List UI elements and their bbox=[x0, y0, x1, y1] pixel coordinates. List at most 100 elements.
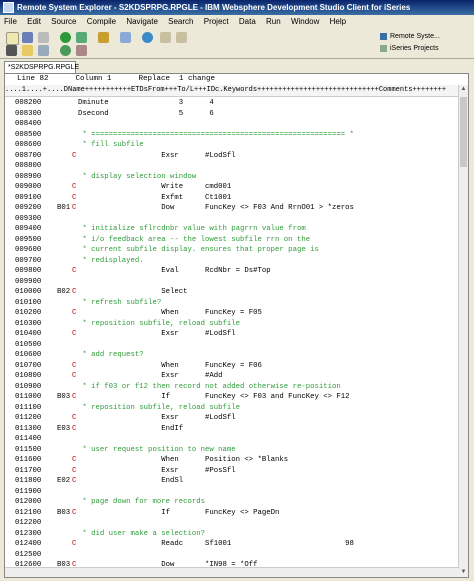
save-icon[interactable] bbox=[22, 32, 33, 43]
source-line[interactable]: 009000 C Write cmd001 bbox=[5, 182, 461, 193]
globe-icon[interactable] bbox=[142, 32, 153, 43]
folder-icon[interactable] bbox=[22, 45, 33, 56]
source-line[interactable]: 009400 * initialize sflrcdnbr value with… bbox=[5, 224, 461, 235]
source-line[interactable]: 010400 C Exsr #LodSfl bbox=[5, 329, 461, 340]
sequence-number: 010000 bbox=[15, 288, 42, 296]
source-lines: 008200 Dminute 3 4 008300 Dsecond 5 6 008400… bbox=[5, 98, 461, 577]
vertical-scrollbar[interactable]: ▲ ▼ bbox=[458, 85, 468, 577]
source-line[interactable]: 011200 C Exsr #LodSfl bbox=[5, 413, 461, 424]
source-line[interactable]: 008600 * fill subfile bbox=[5, 140, 461, 151]
editor-tab[interactable]: *S2KDSPRPG.RPGLE bbox=[4, 61, 79, 73]
sequence-number: 009700 bbox=[15, 256, 42, 265]
spec-type: C bbox=[72, 193, 77, 202]
source-line[interactable]: 011600 C When Position <> *Blanks bbox=[5, 455, 461, 466]
source-line[interactable]: 012500 bbox=[5, 550, 461, 561]
source-line[interactable]: 009700 * redisplayed. bbox=[5, 256, 461, 267]
back-icon[interactable] bbox=[160, 32, 171, 43]
menu-edit[interactable]: Edit bbox=[23, 15, 45, 28]
source-line[interactable]: 011100 * reposition subfile, reload subf… bbox=[5, 403, 461, 414]
sequence-number: 008400 bbox=[15, 120, 42, 128]
source-line[interactable]: 010700 C When FuncKey = F06 bbox=[5, 361, 461, 372]
compile-icon[interactable] bbox=[98, 32, 109, 43]
refresh-icon[interactable] bbox=[60, 45, 71, 56]
source-text: * redisplayed. bbox=[78, 256, 144, 265]
source-line[interactable]: 009900 bbox=[5, 277, 461, 288]
source-line[interactable]: 011500 * user request position to new na… bbox=[5, 445, 461, 456]
perspective-switcher: Remote Syste... iSeries Projects bbox=[378, 31, 472, 55]
source-line[interactable]: 010500 bbox=[5, 340, 461, 351]
source-line[interactable]: 008900 * display selection window bbox=[5, 172, 461, 183]
menu-help[interactable]: Help bbox=[326, 15, 350, 28]
source-line[interactable]: 011800 E02 C EndSl bbox=[5, 476, 461, 487]
menu-source[interactable]: Source bbox=[47, 15, 80, 28]
perspective-iseries-projects[interactable]: iSeries Projects bbox=[378, 43, 472, 55]
spec-type: C bbox=[72, 414, 77, 422]
source-line[interactable]: 011700 C Exsr #PosSfl bbox=[5, 466, 461, 477]
source-line[interactable]: 012200 bbox=[5, 518, 461, 529]
menu-run[interactable]: Run bbox=[262, 15, 285, 28]
menu-data[interactable]: Data bbox=[235, 15, 260, 28]
perspective-remote-systems[interactable]: Remote Syste... bbox=[378, 31, 472, 43]
scroll-thumb[interactable] bbox=[460, 97, 467, 167]
source-line[interactable]: 010600 * add request? bbox=[5, 350, 461, 361]
new-icon[interactable] bbox=[6, 32, 19, 45]
horizontal-scrollbar[interactable] bbox=[5, 567, 459, 577]
sequence-number: 012500 bbox=[15, 550, 42, 559]
source-text: EndIf bbox=[78, 424, 184, 433]
source-line[interactable]: 009500 * i/o feedback area -- the lowest… bbox=[5, 235, 461, 246]
scroll-up-icon[interactable]: ▲ bbox=[459, 85, 468, 94]
source-text: * ======================================… bbox=[78, 130, 354, 139]
menu-compile[interactable]: Compile bbox=[83, 15, 120, 28]
source-line[interactable]: 009200 B01 C Dow FuncKey <> F03 And RrnO01… bbox=[5, 203, 461, 214]
source-line[interactable]: 008800 bbox=[5, 161, 461, 172]
source-line[interactable]: 011400 bbox=[5, 434, 461, 445]
run-icon[interactable] bbox=[60, 32, 71, 43]
source-line[interactable]: 010000 B02 C Select bbox=[5, 287, 461, 298]
source-line[interactable]: 009800 C Eval RcdNbr = Ds#Top bbox=[5, 266, 461, 277]
sequence-number: 010500 bbox=[15, 340, 42, 349]
source-editor[interactable]: Line 82 Column 1 Replace 1 change ....1.… bbox=[4, 73, 469, 578]
sequence-number: 008500 bbox=[15, 130, 42, 139]
source-line[interactable]: 009300 bbox=[5, 214, 461, 225]
menu-window[interactable]: Window bbox=[287, 15, 323, 28]
source-line[interactable]: 010300 * reposition subfile, reload subf… bbox=[5, 319, 461, 330]
source-line[interactable]: 008700 C Exsr #LodSfl bbox=[5, 151, 461, 162]
source-line[interactable]: 009100 C Exfmt Ct1001 bbox=[5, 193, 461, 204]
properties-icon[interactable] bbox=[76, 45, 87, 56]
debug-icon[interactable] bbox=[76, 32, 87, 43]
scroll-down-icon[interactable]: ▼ bbox=[459, 568, 468, 577]
source-line[interactable]: 009600 * current subfile display. ensure… bbox=[5, 245, 461, 256]
menu-bar: File Edit Source Compile Navigate Search… bbox=[0, 15, 474, 28]
menu-navigate[interactable]: Navigate bbox=[122, 15, 162, 28]
source-line[interactable]: 011900 bbox=[5, 487, 461, 498]
source-line[interactable]: 008400 bbox=[5, 119, 461, 130]
sequence-number: 011800 bbox=[15, 477, 42, 485]
spec-type: C bbox=[72, 361, 77, 370]
table-icon[interactable] bbox=[38, 45, 49, 56]
source-line[interactable]: 010800 C Exsr #Add bbox=[5, 371, 461, 382]
menu-project[interactable]: Project bbox=[200, 15, 233, 28]
terminal-icon[interactable] bbox=[6, 45, 17, 56]
spec-type: C bbox=[72, 151, 77, 160]
source-line[interactable]: 008200 Dminute 3 4 bbox=[5, 98, 461, 109]
sequence-number: 011100 bbox=[15, 403, 42, 412]
search-icon[interactable] bbox=[120, 32, 131, 43]
source-line[interactable]: 011000 B03 C If FuncKey <> F03 and FuncKey… bbox=[5, 392, 461, 403]
source-line[interactable]: 011300 E03 C EndIf bbox=[5, 424, 461, 435]
sequence-number: 009800 bbox=[15, 267, 42, 275]
source-line[interactable]: 012000 * page down for more records bbox=[5, 497, 461, 508]
source-line[interactable]: 012400 C Readc Sf1001 98 bbox=[5, 539, 461, 550]
sequence-number: 011400 bbox=[15, 435, 42, 443]
source-line[interactable]: 008300 Dsecond 5 6 bbox=[5, 109, 461, 120]
source-line[interactable]: 008500 * ===============================… bbox=[5, 130, 461, 141]
forward-icon[interactable] bbox=[176, 32, 187, 43]
source-line[interactable]: 010200 C When FuncKey = F05 bbox=[5, 308, 461, 319]
source-line[interactable]: 012300 * did user make a selection? bbox=[5, 529, 461, 540]
menu-file[interactable]: File bbox=[0, 15, 21, 28]
source-line[interactable]: 012100 B03 C If FuncKey <> PageDn bbox=[5, 508, 461, 519]
source-line[interactable]: 010900 * if f03 or f12 then record not a… bbox=[5, 382, 461, 393]
source-line[interactable]: 010100 * refresh subfile? bbox=[5, 298, 461, 309]
print-icon[interactable] bbox=[38, 32, 49, 43]
menu-search[interactable]: Search bbox=[164, 15, 197, 28]
spec-type: C bbox=[72, 204, 77, 212]
